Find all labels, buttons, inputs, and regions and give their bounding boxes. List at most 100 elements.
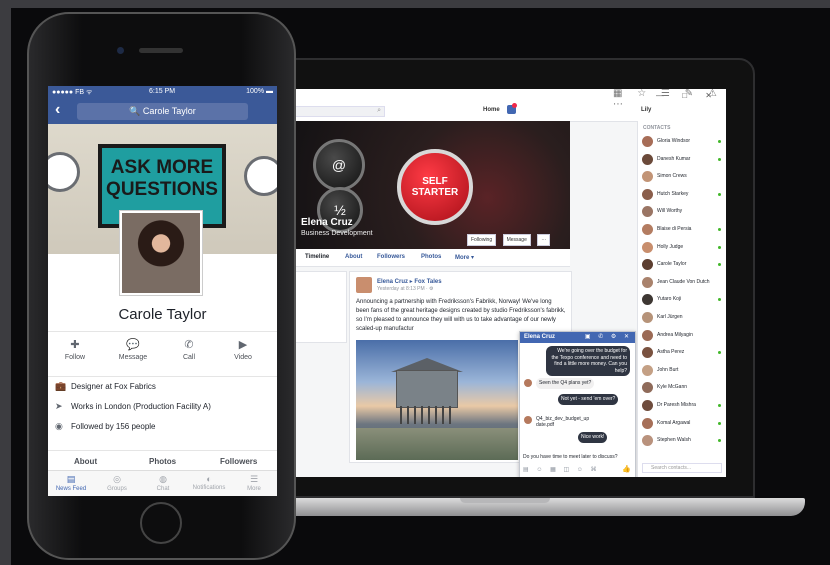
post-image[interactable] [356, 340, 518, 460]
rocks [356, 428, 518, 460]
online-status-dot [718, 404, 721, 407]
contact-item[interactable]: Yutaro Koji [642, 293, 724, 307]
tab-about[interactable]: About [345, 254, 362, 260]
news-feed-icon: ▤ [66, 474, 76, 484]
user-chip[interactable]: Lily [641, 107, 651, 113]
cover-name[interactable]: Elena Cruz [301, 217, 353, 228]
profile-search-field[interactable]: 🔍 Carole Taylor [77, 103, 248, 120]
tab-followers[interactable]: Followers [377, 254, 405, 260]
contact-avatar [642, 206, 653, 218]
more-button[interactable]: ··· [537, 234, 551, 246]
tab-groups[interactable]: ◎ Groups [94, 474, 140, 492]
contact-avatar [642, 400, 653, 411]
subtab-followers[interactable]: Followers [220, 457, 257, 466]
contact-name: Stephen Walsh [657, 437, 691, 444]
contact-item[interactable]: Carole Taylor [642, 258, 724, 272]
top-navbar: ⌕ Home ▦ ☆ ☰ ✎ ⚠ ⋯ Lily [295, 89, 726, 122]
chat-header[interactable]: Elena Cruz ▣ ✆ ⚙ ✕ [520, 332, 635, 343]
contact-item[interactable]: Komal Argawal [642, 417, 724, 431]
contact-avatar [642, 417, 653, 429]
info-followers[interactable]: ◉ Followed by 156 people [55, 421, 270, 441]
phone-camera [117, 47, 124, 54]
chat-header-icons[interactable]: ▣ ✆ ⚙ ✕ [585, 333, 632, 340]
contact-name: Karl Jürgen [657, 314, 683, 320]
tab-notifications[interactable]: ◐ Notifications [186, 474, 232, 491]
profile-picture[interactable] [119, 210, 203, 296]
follow-icon: ✚ [70, 339, 80, 351]
home-link[interactable]: Home [483, 107, 500, 113]
tab-chat[interactable]: ◍ Chat [140, 474, 186, 492]
tab-timeline[interactable]: Timeline [305, 254, 329, 260]
chat-toolbar[interactable]: ▤ ☺ ▦ ◫ ☺ ⌘ [523, 466, 600, 473]
message-button[interactable]: 💬 Message [108, 338, 158, 361]
contact-item[interactable]: Andrea Milyagin [642, 329, 724, 343]
contact-name: Dr Paresh Mishra [657, 402, 696, 408]
contact-avatar [642, 329, 653, 341]
search-icon: ⌕ [377, 107, 381, 114]
contact-item[interactable]: Will Worthy [642, 205, 724, 219]
contact-name: Astha Perez [657, 349, 685, 356]
chat-input[interactable]: Do you have time to meet later to discus… [523, 454, 631, 460]
contact-name: Will Worthy [657, 208, 683, 215]
post-timestamp[interactable]: Yesterday at 8:13 PM · ⚙ [377, 286, 434, 292]
call-button[interactable]: ✆ Call [164, 338, 214, 361]
message-icon: 💬 [126, 339, 140, 351]
following-button[interactable]: Following [467, 234, 497, 246]
chat-message-out: Nice work! [578, 432, 608, 443]
online-status-dot [718, 157, 721, 161]
info-work[interactable]: 💼 Designer at Fox Fabrics [55, 381, 270, 401]
tab-more[interactable]: ☰ More [231, 474, 277, 492]
contact-item[interactable]: Gloria Windsor [642, 135, 724, 149]
contact-item[interactable]: Dr Paresh Mishra [642, 399, 724, 413]
globe-icon: ◐ [206, 474, 212, 484]
profile-subtabs: About Photos Followers [48, 450, 277, 471]
chat-message-in: Seen the Q4 plans yet? [536, 378, 595, 389]
like-icon[interactable]: 👍 [622, 465, 631, 473]
contact-item[interactable]: Simon Crews [642, 170, 724, 184]
toolbar-icons[interactable]: ▦ ☆ ☰ ✎ ⚠ ⋯ [613, 89, 726, 110]
tab-news-feed[interactable]: ▤ News Feed [48, 474, 94, 492]
contact-avatar [642, 382, 653, 394]
contact-item[interactable]: Holly Judge [642, 241, 724, 255]
video-button[interactable]: ▶ Video [218, 338, 268, 361]
chat-message-out: We're going over the budget for the Texp… [546, 346, 630, 376]
contact-name: Carole Taylor [657, 261, 687, 268]
contact-item[interactable]: Stephen Walsh [642, 434, 724, 448]
phone-home-button[interactable] [140, 502, 182, 544]
laptop-lid: — □ ✕ ⌕ Home ▦ ☆ ☰ ✎ ⚠ ⋯ Lily @ ½ SELF S… [270, 58, 755, 498]
post-avatar[interactable] [356, 277, 372, 293]
back-icon[interactable]: ‹ [55, 101, 60, 119]
contact-item[interactable]: Jean Claude Von Dutch [642, 276, 724, 290]
tab-more[interactable]: More ▾ [455, 254, 474, 261]
contact-item[interactable]: Karl Jürgen [642, 311, 724, 325]
post-author[interactable]: Elena Cruz ▸ Fox Tales [377, 278, 442, 285]
contact-item[interactable]: Kyle McGann [642, 381, 724, 395]
chat-avatar [524, 379, 532, 387]
cover-buttons: Following Message ··· [467, 228, 552, 246]
status-time: 6:15 PM [149, 88, 176, 95]
carrier: ●●●●● FB ᯤ [52, 89, 93, 96]
notification-badge [512, 103, 517, 108]
groups-icon: ◎ [113, 474, 121, 484]
chat-file-attachment[interactable]: Q4_biz_dev_budget_up date.pdf [536, 416, 594, 428]
laptop-screen: — □ ✕ ⌕ Home ▦ ☆ ☰ ✎ ⚠ ⋯ Lily @ ½ SELF S… [295, 89, 726, 477]
wall-clock [244, 156, 277, 196]
tab-photos[interactable]: Photos [421, 254, 441, 260]
online-status-dot [718, 140, 721, 143]
online-status-dot [718, 439, 721, 443]
follow-button[interactable]: ✚ Follow [50, 338, 100, 361]
chat-name[interactable]: Elena Cruz [524, 334, 555, 340]
subtab-photos[interactable]: Photos [149, 457, 176, 466]
contact-item[interactable]: Astha Perez [642, 346, 724, 360]
contact-item[interactable]: Blaise di Persia [642, 223, 724, 237]
contact-name: Simon Crews [657, 173, 687, 180]
contact-avatar [642, 171, 653, 183]
info-location[interactable]: ➤ Works in London (Production Facility A) [55, 401, 270, 421]
message-button[interactable]: Message [502, 234, 531, 246]
subtab-about[interactable]: About [74, 457, 97, 466]
contact-item[interactable]: John Burt [642, 364, 724, 378]
search-input[interactable]: ⌕ [295, 106, 385, 117]
contact-item[interactable]: Hutch Starkey [642, 188, 724, 202]
contact-item[interactable]: Danesh Kumar [642, 153, 724, 167]
contacts-search-input[interactable]: Search contacts... [642, 463, 722, 473]
